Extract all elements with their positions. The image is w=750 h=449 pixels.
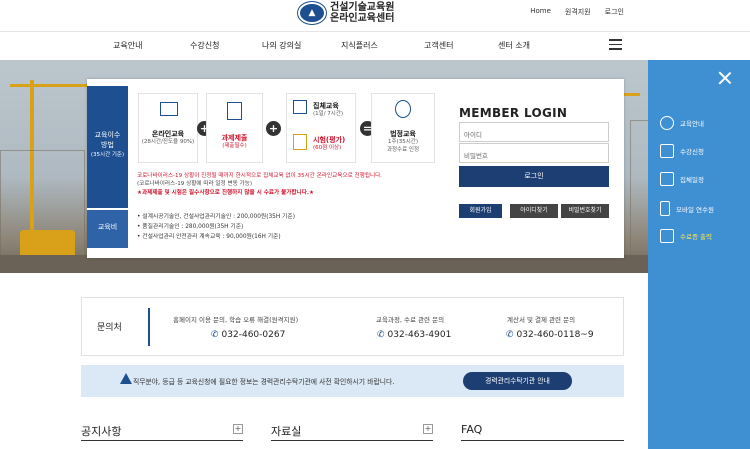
phone-icon: ✆ [506, 330, 514, 340]
home-link[interactable]: Home [530, 7, 551, 17]
book-icon [660, 144, 674, 158]
calendar-icon [660, 172, 674, 186]
contact-phone: ✆ 032-460-0118~9 [506, 330, 594, 340]
step-sub: 1주(35시간) [388, 139, 418, 145]
certificate-icon [395, 100, 411, 118]
phone-icon: ✆ [211, 330, 219, 340]
step-group-and-exam: 집체교육 (1일/ 7시간) 시험(평가) (60점 이상) [286, 93, 356, 163]
find-password-button[interactable]: 비밀번호찾기 [561, 204, 609, 218]
section-underline [461, 440, 624, 441]
contact-desc: 홈페이지 이용 문의, 학습 오류 해결(원격지원) [173, 316, 299, 324]
step-online-education: 온라인교육 (28시간/진도율 90%) [138, 93, 198, 163]
join-button[interactable]: 회원가입 [459, 204, 502, 218]
step-title: 시험(평가) [313, 136, 346, 144]
covid-sub-notice: (코로나바이러스-19 상황에 따라 일정 변동 가능) [137, 181, 253, 187]
main-nav: 교육안내 수강신청 나의 강의실 지식플러스 고객센터 센터 소개 [0, 32, 750, 60]
label-line: (35시간 기준) [90, 152, 125, 158]
section-underline [271, 440, 433, 441]
label-line: 교육이수 [94, 131, 121, 139]
contact-phone: ✆ 032-460-0267 [211, 330, 285, 340]
hamburger-menu-icon[interactable] [609, 39, 622, 50]
quick-item-label: 교육안내 [680, 120, 704, 128]
notice-text: 직무분야, 등급 등 교육신청에 필요한 정보는 경력관리수탁기관에 사전 확인… [133, 378, 395, 386]
plus-icon[interactable]: + [423, 424, 433, 434]
warning-icon [120, 373, 132, 384]
utility-links: Home 원격지원 로그인 [530, 7, 624, 17]
plus-icon: + [266, 121, 281, 136]
quick-item-label: 수료증 출력 [680, 233, 712, 241]
tuition-label: 교육비 [87, 210, 128, 248]
nav-item-my-classroom[interactable]: 나의 강의실 [262, 40, 301, 51]
step-legal-education: 법정교육 1주(35시간) 과정수료 인정 [371, 93, 435, 163]
login-link[interactable]: 로그인 [605, 7, 624, 17]
quick-item-registration[interactable]: 수강신청 [660, 144, 704, 158]
clipboard-icon [227, 102, 242, 120]
fee-item: • 건설사업관리 안전관리 계속교육 : 90,000원(16H 기준) [137, 234, 281, 240]
step-sub: 과정수료 인정 [386, 147, 420, 153]
building-icon [293, 100, 307, 114]
quick-item-label: 집체일정 [680, 176, 704, 184]
contact-desc: 계산서 및 결제 관련 문의 [507, 316, 576, 324]
section-underline [81, 440, 243, 441]
close-icon[interactable] [717, 70, 733, 86]
quick-item-label: 수강신청 [680, 148, 704, 156]
quick-item-education-info[interactable]: 교육안내 [660, 116, 704, 130]
section-title-notice[interactable]: 공지사항 [81, 423, 121, 439]
nav-item-customer-center[interactable]: 고객센터 [424, 40, 453, 51]
step-title: 과제제출 [221, 134, 248, 142]
login-title: MEMBER LOGIN [459, 106, 568, 120]
logo-emblem-icon: ▲ [298, 2, 326, 24]
phone-number: 032-460-0267 [221, 330, 286, 340]
step-title: 법정교육 [390, 130, 416, 138]
nav-item-registration[interactable]: 수강신청 [190, 40, 219, 51]
label-line: 방법 [101, 141, 114, 149]
completion-method-label: 교육이수 방법 (35시간 기준) [87, 86, 128, 208]
step-sub: (60점 이상) [313, 145, 342, 151]
step-sub: (제출필수) [222, 143, 247, 149]
step-sub: (28시간/진도율 90%) [141, 139, 195, 145]
nav-item-education-info[interactable]: 교육안내 [113, 40, 142, 51]
contact-divider [148, 308, 150, 346]
remote-support-link[interactable]: 원격지원 [565, 7, 591, 17]
computer-icon [160, 102, 178, 116]
logo-line-2: 온라인교육센터 [330, 13, 395, 24]
mobile-icon [660, 201, 670, 216]
find-id-button[interactable]: 아이디찾기 [510, 204, 558, 218]
section-title-faq[interactable]: FAQ [461, 423, 482, 436]
logo-text: 건설기술교육원 온라인교육센터 [330, 2, 394, 24]
user-id-input[interactable]: 아이디 [459, 122, 609, 142]
contact-desc: 교육과정, 수료 관련 문의 [376, 316, 445, 324]
required-notice: ★과제제출 및 시험은 필수사항으로 진행하지 않을 시 수료가 불가합니다.★ [137, 190, 314, 196]
person-icon [660, 116, 674, 130]
plus-icon[interactable]: + [233, 424, 243, 434]
step-title: 집체교육 [313, 102, 339, 110]
quick-item-schedule[interactable]: 집체일정 [660, 172, 704, 186]
fee-item: • 품질관리기술인 : 280,000원(35H 기준) [137, 224, 244, 230]
step-title: 온라인교육 [151, 130, 185, 138]
career-agency-button[interactable]: 경력관리수탁기관 안내 [463, 372, 572, 390]
contact-box [81, 297, 624, 356]
login-button[interactable]: 로그인 [459, 166, 609, 187]
phone-number: 032-463-4901 [387, 330, 452, 340]
nav-item-center-intro[interactable]: 센터 소개 [498, 40, 530, 51]
exam-paper-icon [293, 134, 307, 150]
nav-item-knowledge-plus[interactable]: 지식플러스 [341, 40, 378, 51]
quick-item-certificate-print[interactable]: 수료증 출력 [660, 229, 712, 243]
phone-icon: ✆ [377, 330, 385, 340]
quick-item-label: 모바일 연수원 [676, 205, 714, 214]
section-title-resources[interactable]: 자료실 [271, 423, 301, 439]
contact-title: 문의처 [97, 323, 122, 333]
fee-item: • 설계시공기술인, 건설사업관리기술인 : 200,000원(35H 기준) [137, 214, 295, 220]
step-assignment: 과제제출 (제출필수) [206, 93, 263, 163]
contact-phone: ✆ 032-463-4901 [377, 330, 451, 340]
step-sub: (1일/ 7시간) [313, 111, 344, 117]
logo-line-1: 건설기술교육원 [330, 2, 395, 13]
printer-icon [660, 229, 674, 243]
phone-number: 032-460-0118~9 [516, 330, 594, 340]
password-input[interactable]: 비밀번호 [459, 143, 609, 163]
covid-notice: 코로나바이러스-19 상황이 진정될 때까지 한시적으로 집체교육 없이 35시… [137, 173, 383, 179]
scaffolding-right [630, 120, 650, 270]
quick-item-mobile[interactable]: 모바일 연수원 [660, 201, 714, 216]
site-logo[interactable]: ▲ 건설기술교육원 온라인교육센터 [298, 0, 394, 26]
